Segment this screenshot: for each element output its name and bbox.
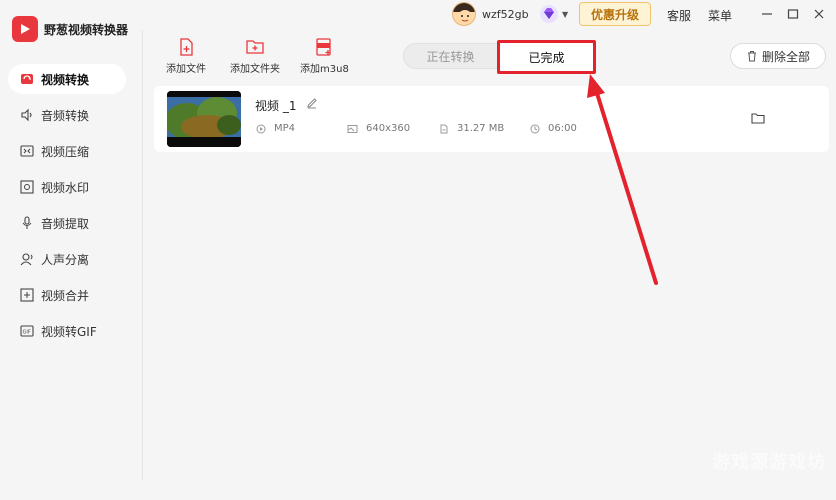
logo-play-icon [12, 16, 38, 42]
sidebar-item-label: 视频转换 [41, 72, 90, 87]
user-profile[interactable]: wzf52gb [452, 2, 529, 26]
size-value: 31.27 MB [457, 123, 505, 134]
tab-completed[interactable]: 已完成 [497, 40, 596, 74]
add-file-icon [180, 38, 193, 56]
delete-all-button[interactable]: 删除全部 [730, 43, 826, 69]
sidebar-item-audio-convert[interactable]: 音频转换 [8, 100, 126, 130]
add-file-label: 添加文件 [166, 64, 206, 75]
resolution-icon [347, 124, 358, 133]
sidebar-item-label: 视频转GIF [41, 324, 97, 339]
person-voice-icon [20, 252, 34, 266]
sidebar-item-video-convert[interactable]: 视频转换 [8, 64, 126, 94]
minimize-icon[interactable] [758, 5, 776, 23]
avatar[interactable] [452, 2, 476, 26]
microphone-icon [20, 216, 34, 230]
sidebar: 视频转换 音频转换 视频压缩 视频水印 音频提取 人声分离 视频合并 GIF 视… [0, 64, 140, 352]
add-folder-button[interactable]: 添加文件夹 [230, 38, 280, 75]
duration-value: 06:00 [548, 123, 577, 134]
sidebar-item-video-merge[interactable]: 视频合并 [8, 280, 126, 310]
open-folder-icon[interactable] [751, 112, 765, 127]
sidebar-item-video-compress[interactable]: 视频压缩 [8, 136, 126, 166]
sidebar-item-video-watermark[interactable]: 视频水印 [8, 172, 126, 202]
status-tabs: 正在转换 已完成 [403, 40, 596, 74]
meta-resolution: 640x360 [347, 123, 410, 134]
file-card[interactable]: 视频 _1 MP4 640x360 31.27 MB 06:00 [154, 86, 829, 152]
add-m3u8-icon [316, 38, 332, 56]
username[interactable]: wzf52gb [482, 8, 529, 21]
edit-name-icon[interactable] [306, 97, 318, 112]
sidebar-item-label: 音频提取 [41, 216, 90, 231]
add-file-button[interactable]: 添加文件 [166, 38, 206, 75]
add-m3u8-button[interactable]: 添加m3u8 [300, 38, 349, 75]
sidebar-item-label: 视频压缩 [41, 144, 90, 159]
speaker-icon [20, 108, 34, 122]
svg-text:GIF: GIF [23, 330, 31, 336]
tab-converting[interactable]: 正在转换 [404, 44, 497, 68]
menu-link[interactable]: 菜单 [708, 7, 732, 24]
add-folder-icon [246, 40, 264, 54]
file-size-icon [440, 124, 448, 133]
trash-icon [747, 51, 756, 62]
app-logo: 野葱视频转换器 [12, 16, 128, 42]
app-title: 野葱视频转换器 [44, 22, 129, 37]
compress-icon [20, 144, 34, 158]
meta-duration: 06:00 [530, 123, 577, 134]
sidebar-item-label: 音频转换 [41, 108, 90, 123]
sidebar-item-label: 视频合并 [41, 288, 90, 303]
sidebar-item-vocal-separate[interactable]: 人声分离 [8, 244, 126, 274]
file-name: 视频 _1 [255, 99, 297, 113]
format-value: MP4 [274, 123, 296, 134]
add-m3u8-label: 添加m3u8 [300, 64, 349, 75]
sidebar-divider [142, 30, 143, 480]
meta-format: MP4 [256, 123, 295, 134]
clock-icon [530, 124, 540, 133]
upgrade-button[interactable]: 优惠升级 [579, 2, 651, 26]
sidebar-item-audio-extract[interactable]: 音频提取 [8, 208, 126, 238]
maximize-icon[interactable] [784, 5, 802, 23]
resolution-value: 640x360 [366, 123, 411, 134]
diamond-icon [540, 5, 558, 23]
format-icon [256, 124, 266, 133]
chevron-down-icon: ▼ [562, 9, 569, 19]
delete-all-label: 删除全部 [761, 49, 810, 64]
vip-badge[interactable]: ▼ [538, 4, 568, 24]
customer-service-link[interactable]: 客服 [667, 7, 691, 24]
sidebar-item-video-to-gif[interactable]: GIF 视频转GIF [8, 316, 126, 346]
meta-size: 31.27 MB [439, 123, 504, 134]
sidebar-item-label: 视频水印 [41, 180, 90, 195]
sidebar-item-label: 人声分离 [41, 252, 90, 267]
gif-icon: GIF [20, 324, 34, 338]
video-thumbnail[interactable] [167, 91, 241, 147]
video-convert-icon [20, 72, 34, 86]
watermark: 游戏源游戏坊 [712, 452, 826, 473]
add-folder-label: 添加文件夹 [230, 64, 280, 75]
watermark-icon [20, 180, 34, 194]
close-icon[interactable] [810, 5, 828, 23]
merge-icon [20, 288, 34, 302]
